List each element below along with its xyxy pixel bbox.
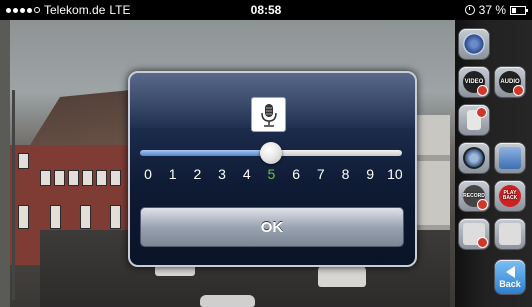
slider-track-empty — [271, 150, 402, 156]
off-badge-icon — [513, 85, 524, 96]
alarm-clock-icon — [464, 5, 475, 15]
playback-icon: PLAY BACK — [499, 185, 521, 207]
gallery-button[interactable] — [495, 143, 525, 173]
control-toolbar: VIDEO AUDIO RECORD PLAY BACK Back — [455, 20, 532, 307]
snapshot-button[interactable] — [459, 143, 489, 173]
volume-slider[interactable] — [140, 142, 402, 164]
audio-button[interactable]: AUDIO — [495, 67, 525, 97]
microphone-icon — [499, 223, 521, 245]
signal-strength-icon — [6, 7, 40, 13]
scale-tick-label[interactable]: 6 — [287, 166, 305, 184]
record-button[interactable]: RECORD — [459, 181, 489, 211]
scale-tick-label[interactable]: 1 — [164, 166, 182, 184]
off-badge-icon — [476, 107, 487, 118]
lamp-post — [12, 90, 15, 300]
off-badge-icon — [477, 199, 488, 210]
settings-button[interactable] — [459, 29, 489, 59]
carrier-group: Telekom.de LTE — [6, 0, 131, 20]
scale-tick-label[interactable]: 8 — [337, 166, 355, 184]
playback-button[interactable]: PLAY BACK — [495, 181, 525, 211]
scale-tick-label[interactable]: 3 — [213, 166, 231, 184]
video-button[interactable]: VIDEO — [459, 67, 489, 97]
parked-car — [318, 265, 366, 287]
status-bar: Telekom.de LTE 08:58 37 % — [0, 0, 532, 20]
battery-icon — [510, 5, 528, 15]
off-badge-icon — [477, 237, 488, 248]
scale-tick-label[interactable]: 4 — [238, 166, 256, 184]
camera-frame-edge — [0, 20, 10, 307]
parked-car — [200, 295, 255, 307]
gear-icon — [463, 33, 485, 55]
scale-tick-label[interactable]: 9 — [361, 166, 379, 184]
microphone-icon — [251, 97, 286, 132]
battery-percent: 37 % — [478, 3, 506, 17]
ok-button[interactable]: OK — [140, 207, 404, 247]
device-button[interactable] — [459, 105, 489, 135]
scale-tick-label[interactable]: 2 — [188, 166, 206, 184]
camera-icon — [463, 147, 485, 169]
battery-group: 37 % — [464, 0, 528, 20]
mic-button[interactable] — [495, 219, 525, 249]
back-button[interactable]: Back — [495, 260, 525, 294]
slider-track-filled — [140, 150, 271, 156]
back-label: Back — [499, 278, 521, 289]
off-badge-icon — [477, 85, 488, 96]
scale-tick-label[interactable]: 5 — [262, 166, 280, 184]
scale-tick-label[interactable]: 0 — [139, 166, 157, 184]
network-label: LTE — [109, 3, 131, 17]
scale-tick-label[interactable]: 7 — [312, 166, 330, 184]
slider-thumb[interactable] — [260, 142, 282, 164]
volume-dialog: 0 1 2 3 4 5 6 7 8 9 10 OK — [128, 71, 417, 267]
back-arrow-icon — [505, 265, 515, 278]
talk-button[interactable] — [459, 219, 489, 249]
scale-tick-label[interactable]: 10 — [386, 166, 404, 184]
carrier-label: Telekom.de — [44, 3, 106, 17]
photos-icon — [499, 147, 521, 169]
volume-scale: 0 1 2 3 4 5 6 7 8 9 10 — [139, 166, 404, 184]
